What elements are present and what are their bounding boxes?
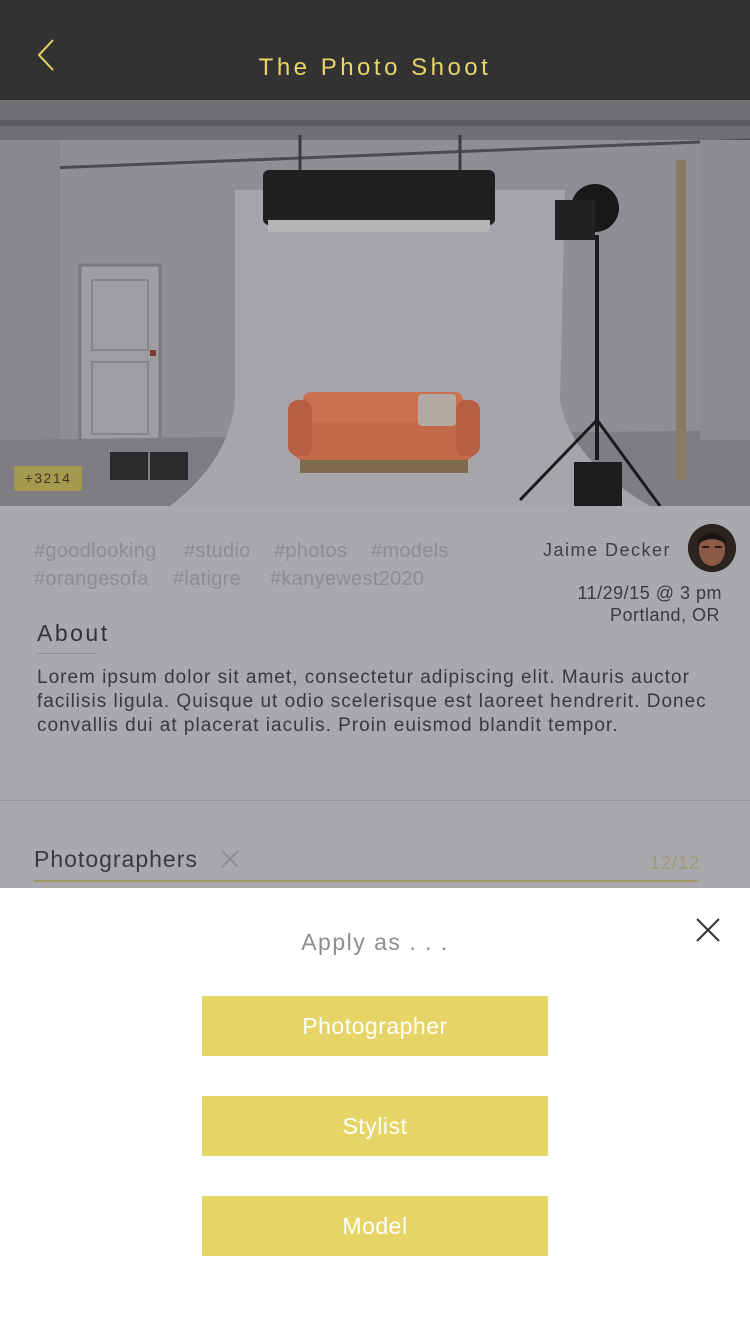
tag-chip[interactable]: #goodlooking bbox=[34, 540, 157, 563]
avatar[interactable] bbox=[688, 524, 736, 572]
event-location: Portland, OR bbox=[609, 605, 720, 625]
page-title: The Photo Shoot bbox=[258, 54, 492, 81]
participant-count-badge: +3214 bbox=[14, 466, 82, 491]
event-date: 11/29/15 @ 3 pm bbox=[577, 583, 722, 603]
event-photo bbox=[0, 100, 750, 506]
apply-photographer-button[interactable]: Photographer bbox=[202, 996, 548, 1056]
role-section-title: Photographers bbox=[34, 846, 198, 872]
about-heading: About bbox=[37, 620, 110, 646]
tag-chip[interactable]: #models bbox=[371, 540, 449, 563]
event-details: #goodlooking #studio #photos #models #or… bbox=[0, 506, 750, 888]
role-underline bbox=[34, 880, 699, 882]
role-slot-count: 12/12 bbox=[649, 853, 700, 873]
about-description: Lorem ipsum dolor sit amet, consectetur … bbox=[37, 667, 707, 736]
sheet-title: Apply as . . . bbox=[301, 929, 449, 955]
tag-chip[interactable]: #latigre bbox=[173, 568, 241, 591]
tag-chip[interactable]: #photos bbox=[274, 540, 347, 563]
tag-chip[interactable]: #orangesofa bbox=[34, 568, 149, 591]
top-bar: The Photo Shoot bbox=[0, 0, 750, 100]
tag-chip[interactable]: #kanyewest2020 bbox=[270, 568, 424, 591]
apply-stylist-button[interactable]: Stylist bbox=[202, 1096, 548, 1156]
section-divider bbox=[0, 800, 750, 801]
host-name[interactable]: Jaime Decker bbox=[543, 540, 671, 561]
about-underline bbox=[37, 653, 97, 654]
apply-model-button[interactable]: Model bbox=[202, 1196, 548, 1256]
remove-role-button[interactable] bbox=[220, 849, 240, 869]
tag-chip[interactable]: #studio bbox=[184, 540, 251, 563]
x-icon bbox=[221, 850, 239, 868]
apply-sheet: Apply as . . . Photographer Stylist Mode… bbox=[0, 888, 750, 1334]
